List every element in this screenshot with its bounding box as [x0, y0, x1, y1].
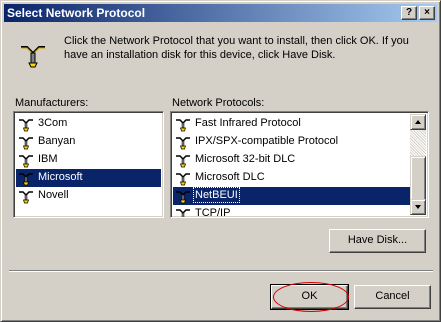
scroll-down-button[interactable] [410, 199, 426, 215]
have-disk-button[interactable]: Have Disk... [329, 229, 426, 253]
network-cable-icon [19, 191, 33, 204]
manufacturer-item-label: Novell [38, 189, 69, 201]
manufacturer-item[interactable]: Banyan [16, 133, 161, 151]
network-cable-icon [176, 191, 190, 204]
scroll-up-arrow-icon [415, 120, 421, 124]
instructions-text: Click the Network Protocol that you want… [64, 35, 409, 61]
network-cable-icon [176, 209, 190, 217]
protocol-item[interactable]: Microsoft 32-bit DLC [173, 151, 410, 169]
protocol-item-label: TCP/IP [195, 207, 231, 218]
manufacturer-item-label: Microsoft [36, 169, 85, 185]
protocol-item[interactable]: Microsoft DLC [173, 169, 410, 187]
manufacturers-label: Manufacturers: [15, 97, 89, 109]
protocol-item-label: NetBEUI [193, 187, 240, 203]
protocols-label: Network Protocols: [172, 97, 265, 109]
scroll-up-button[interactable] [410, 114, 426, 130]
divider [9, 270, 433, 272]
manufacturer-item-label: 3Com [38, 117, 68, 129]
protocol-item-label: IPX/SPX-compatible Protocol [195, 135, 339, 147]
network-cable-icon [176, 119, 190, 132]
protocol-item-label: Fast Infrared Protocol [195, 117, 301, 129]
protocol-item-label: Microsoft 32-bit DLC [195, 153, 296, 165]
network-cable-icon [176, 155, 190, 168]
protocols-scrollbar[interactable] [410, 114, 426, 215]
manufacturer-item[interactable]: 3Com [16, 115, 161, 133]
window-title: Select Network Protocol [7, 6, 146, 20]
network-cable-icon [19, 173, 33, 186]
close-button[interactable]: × [419, 6, 435, 20]
network-protocol-icon [21, 46, 45, 68]
network-cable-icon [19, 155, 33, 168]
manufacturer-item-label: IBM [38, 153, 58, 165]
protocols-list[interactable]: Fast Infrared Protocol IPX/SPX-compatibl… [170, 111, 429, 218]
manufacturer-item-label: Banyan [38, 135, 76, 147]
cancel-button[interactable]: Cancel [354, 285, 431, 309]
network-cable-icon [19, 119, 33, 132]
scroll-down-arrow-icon [415, 205, 421, 209]
ok-button[interactable]: OK [270, 284, 349, 310]
protocol-item[interactable]: IPX/SPX-compatible Protocol [173, 133, 410, 151]
scroll-thumb[interactable] [410, 156, 426, 201]
network-cable-icon [176, 137, 190, 150]
title-bar[interactable]: Select Network Protocol ? × [4, 4, 437, 22]
network-cable-icon [19, 137, 33, 150]
manufacturer-item[interactable]: IBM [16, 151, 161, 169]
protocol-item[interactable]: Fast Infrared Protocol [173, 115, 410, 133]
select-network-protocol-dialog: Select Network Protocol ? × Click the Ne… [0, 0, 441, 322]
manufacturer-item[interactable]: Novell [16, 187, 161, 205]
protocol-item[interactable]: TCP/IP [173, 205, 410, 218]
protocol-item-label: Microsoft DLC [195, 171, 265, 183]
help-button[interactable]: ? [401, 6, 417, 20]
manufacturers-list[interactable]: 3Com Banyan IBM Microsoft Novell [13, 111, 164, 218]
protocol-item[interactable]: NetBEUI [173, 187, 410, 205]
manufacturer-item[interactable]: Microsoft [16, 169, 161, 187]
network-cable-icon [176, 173, 190, 186]
